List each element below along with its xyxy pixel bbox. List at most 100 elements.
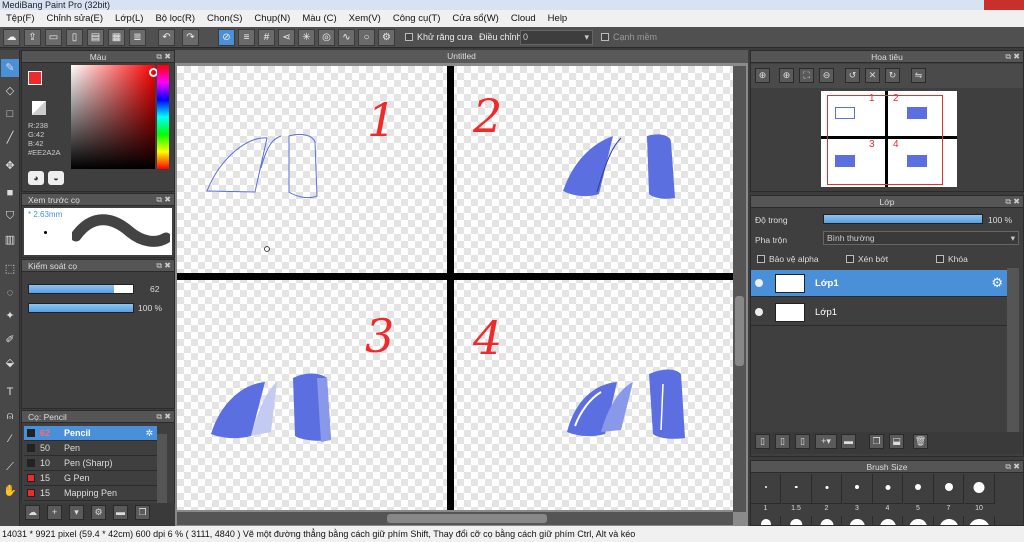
panel-close-icon[interactable]: ⧉ ✖ — [156, 260, 171, 272]
brush-size-preset[interactable]: 10 — [964, 474, 995, 512]
text-tool-icon[interactable]: T — [1, 383, 19, 401]
add-layer-menu-icon[interactable]: +▾ — [815, 434, 837, 449]
new-layer-8bit-icon[interactable]: ▯ — [795, 434, 810, 449]
layer-row[interactable]: Lớp1 ⚙ — [751, 270, 1007, 297]
snap-curve-icon[interactable]: ∿ — [338, 29, 355, 46]
protect-alpha-checkbox[interactable] — [757, 255, 765, 263]
layer-settings-gear-icon[interactable]: ⚙ — [991, 275, 1003, 291]
zoom-out-icon[interactable]: ⊖ — [819, 68, 834, 83]
canvas-vertical-scrollbar[interactable] — [733, 66, 746, 512]
snap-perspective-icon[interactable]: ⋖ — [278, 29, 295, 46]
brush-item[interactable]: 10 Pen (Sharp) — [24, 456, 157, 471]
color-set-icon[interactable]: ◒ — [48, 171, 64, 185]
brush-settings-gear-icon[interactable]: ✲ — [145, 426, 153, 440]
operation-tool-icon[interactable]: ⍝ — [1, 407, 19, 425]
canvas-horizontal-scrollbar[interactable] — [177, 512, 733, 525]
line-tool-icon[interactable]: ╱ — [1, 129, 19, 147]
brush-settings-icon[interactable]: ⚙ — [91, 505, 106, 520]
panel-close-icon[interactable]: ⧉ ✖ — [156, 194, 171, 206]
brush-tool-icon[interactable]: ✎ — [1, 59, 19, 77]
brush-menu-icon[interactable]: ▾ — [69, 505, 84, 520]
layer-opacity-slider[interactable] — [823, 214, 983, 224]
brush-size-preset[interactable]: 5 — [903, 474, 934, 512]
eraser-tool-icon[interactable]: ◇ — [1, 82, 19, 100]
snap-concentric-icon[interactable]: ◎ — [318, 29, 335, 46]
rotate-left-icon[interactable]: ↺ — [845, 68, 860, 83]
panel-close-icon[interactable]: ⧉ ✖ — [156, 411, 171, 423]
zoom-in-icon[interactable]: ⊕ — [755, 68, 770, 83]
cloud-icon[interactable]: ☁ — [3, 29, 20, 46]
brush-size-preset-next[interactable] — [934, 516, 964, 526]
undo-button[interactable]: ↶ — [158, 29, 175, 46]
new-layer-color-icon[interactable]: ▯ — [775, 434, 790, 449]
brush-size-preset-next[interactable] — [842, 516, 873, 526]
brush-size-preset[interactable]: 7 — [934, 474, 964, 512]
horizontal-scroll-thumb[interactable] — [387, 514, 547, 523]
transparent-color-swatch[interactable] — [32, 101, 46, 115]
select-rect-tool-icon[interactable]: ⬚ — [1, 260, 19, 278]
saturation-value-picker[interactable] — [71, 65, 158, 169]
zoom-fit-in-icon[interactable]: ⊕ — [779, 68, 794, 83]
document-icon[interactable]: ▯ — [66, 29, 83, 46]
brush-size-preset-next[interactable] — [781, 516, 812, 526]
list-icon[interactable]: ≣ — [129, 29, 146, 46]
correction-select[interactable]: 0 ▾ — [520, 30, 593, 45]
upload-icon[interactable]: ⇪ — [24, 29, 41, 46]
menu-filter[interactable]: Bộ lọc(R) — [149, 13, 201, 24]
brush-size-preset[interactable]: 1 — [751, 474, 781, 512]
brush-size-slider[interactable] — [28, 284, 134, 294]
lasso-tool-icon[interactable]: ◌ — [1, 284, 19, 302]
brush-size-preset-next[interactable] — [873, 516, 903, 526]
menu-edit[interactable]: Chỉnh sửa(E) — [41, 13, 110, 24]
divide-tool-icon[interactable]: ⁄ — [1, 430, 19, 448]
menu-color[interactable]: Màu (C) — [296, 13, 342, 24]
reset-view-icon[interactable]: ✕ — [865, 68, 880, 83]
add-brush-icon[interactable]: + — [47, 505, 62, 520]
vertical-scroll-thumb[interactable] — [735, 296, 744, 366]
minimize-button[interactable] — [928, 0, 956, 10]
primary-color-swatch[interactable] — [28, 71, 42, 85]
eye-icon[interactable] — [755, 279, 763, 287]
canvas-area[interactable]: Untitled 1 2 3 4 — [175, 50, 748, 526]
file-icon[interactable]: ▤ — [87, 29, 104, 46]
select-eraser-tool-icon[interactable]: ⬙ — [1, 354, 19, 372]
brush-item[interactable]: 50 Pen — [24, 441, 157, 456]
palette-icon[interactable]: ◕ — [28, 171, 44, 185]
menu-cloud[interactable]: Cloud — [505, 13, 542, 24]
brush-size-preset[interactable]: 3 — [842, 474, 873, 512]
settings-gear-icon[interactable]: ⚙ — [378, 29, 395, 46]
snap-grid-icon[interactable]: # — [258, 29, 275, 46]
antialias-checkbox[interactable] — [405, 33, 413, 41]
menu-select[interactable]: Chọn(S) — [201, 13, 248, 24]
grid-file-icon[interactable]: ▦ — [108, 29, 125, 46]
canvas-tab[interactable]: Untitled — [175, 50, 748, 63]
merge-layer-icon[interactable]: ⬓ — [889, 434, 904, 449]
fit-window-icon[interactable]: ⛶ — [799, 68, 814, 83]
snap-off-icon[interactable]: ⊘ — [218, 29, 235, 46]
panel-close-icon[interactable]: ⧉ ✖ — [1005, 196, 1020, 208]
close-button[interactable] — [984, 0, 1024, 10]
brush-size-preset[interactable]: 4 — [873, 474, 903, 512]
duplicate-icon[interactable]: ❐ — [135, 505, 150, 520]
menu-file[interactable]: Tệp(F) — [0, 13, 41, 24]
navigator-thumbnail[interactable]: 1 2 3 4 — [821, 91, 957, 187]
flip-icon[interactable]: ⇋ — [911, 68, 926, 83]
layer-list-scrollbar[interactable] — [1007, 268, 1019, 432]
hue-slider[interactable] — [157, 65, 169, 169]
gradient-tool-icon[interactable]: ▥ — [1, 231, 19, 249]
select-pen-tool-icon[interactable]: ✐ — [1, 331, 19, 349]
brush-opacity-slider[interactable] — [28, 303, 134, 313]
add-cloud-brush-icon[interactable]: ☁ — [25, 505, 40, 520]
bucket-tool-icon[interactable]: ⛉ — [1, 207, 19, 225]
duplicate-layer-icon[interactable]: ❐ — [869, 434, 884, 449]
fill-rect-tool-icon[interactable]: ■ — [1, 184, 19, 202]
soft-edge-checkbox[interactable] — [601, 33, 609, 41]
brush-size-preset-next[interactable] — [751, 516, 781, 526]
folder-icon[interactable]: ▬ — [841, 434, 856, 449]
menu-help[interactable]: Help — [542, 13, 574, 24]
snap-parallel-icon[interactable]: ≡ — [238, 29, 255, 46]
brush-size-preset[interactable]: 1.5 — [781, 474, 812, 512]
brush-size-preset[interactable]: 2 — [812, 474, 842, 512]
menu-view[interactable]: Xem(V) — [343, 13, 387, 24]
snap-radial-icon[interactable]: ✳ — [298, 29, 315, 46]
